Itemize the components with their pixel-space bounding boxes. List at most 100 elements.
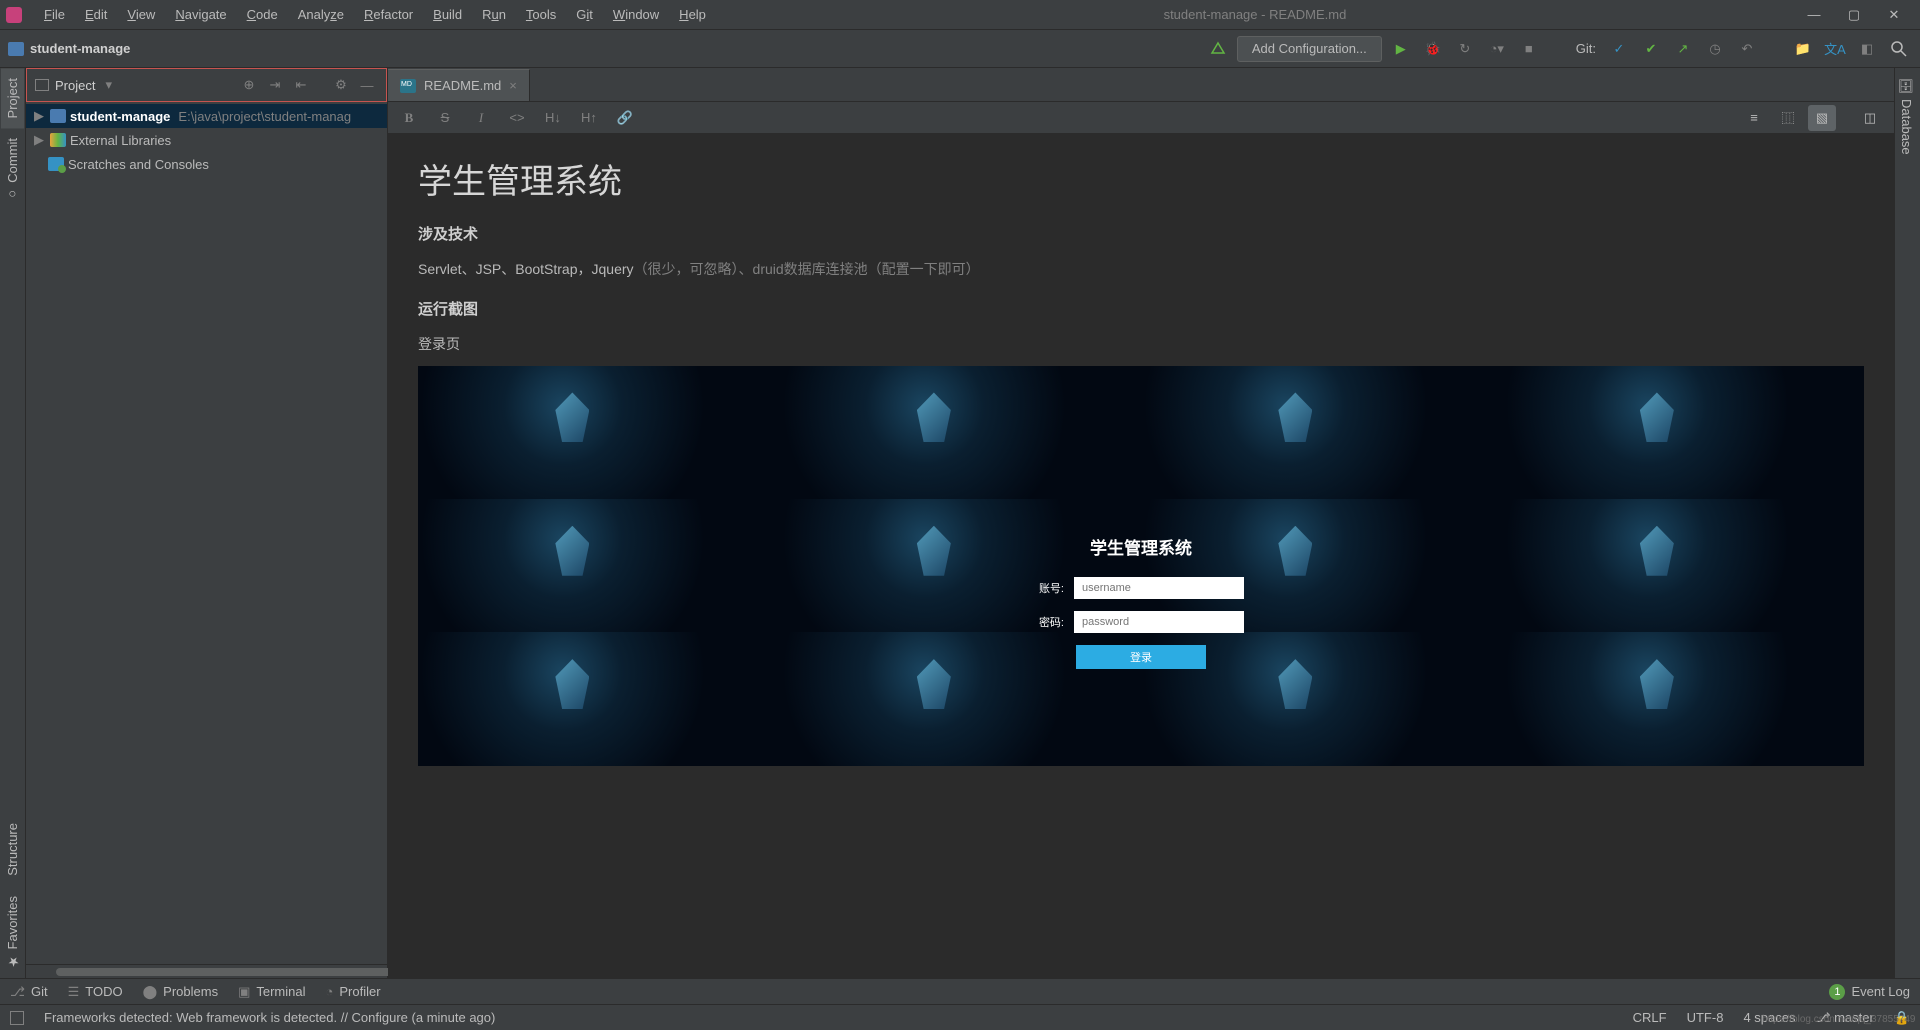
tool-problems[interactable]: ⬤Problems [143, 984, 218, 1000]
expand-icon[interactable]: ⇥ [264, 74, 286, 96]
tree-node-external-libs[interactable]: ▶ External Libraries [26, 128, 387, 152]
markdown-preview[interactable]: 学生管理系统 涉及技术 Servlet、JSP、BootStrap，Jquery… [388, 134, 1894, 978]
menu-file[interactable]: File [34, 0, 75, 30]
history-icon[interactable]: ◷ [1702, 36, 1728, 62]
strike-button[interactable]: S [434, 110, 456, 125]
status-crlf[interactable]: CRLF [1633, 1010, 1667, 1025]
terminal-icon: ▣ [238, 984, 250, 1000]
event-log-button[interactable]: 1 Event Log [1829, 984, 1910, 1000]
menu-help[interactable]: Help [669, 0, 716, 30]
add-configuration-button[interactable]: Add Configuration... [1237, 36, 1382, 62]
project-tree: ▶ student-manage E:\java\project\student… [26, 102, 387, 964]
editor-view-button[interactable]: ≡ [1740, 105, 1768, 131]
tree-node-scratches[interactable]: Scratches and Consoles [26, 152, 387, 176]
coverage-icon[interactable]: ↻ [1452, 36, 1478, 62]
link-button[interactable]: 🔗 [614, 110, 636, 126]
ide-settings-icon[interactable]: ◧ [1854, 36, 1880, 62]
gear-icon[interactable]: ⚙ [330, 74, 352, 96]
tool-todo[interactable]: ☰TODO [68, 984, 123, 1000]
password-label: 密码: [1038, 614, 1064, 630]
maximize-button[interactable]: ▢ [1834, 0, 1874, 30]
tool-tab-project[interactable]: Project [1, 68, 24, 128]
editor-tab-label: README.md [424, 78, 501, 93]
login-screenshot: 学生管理系统 账号: 密码: 登录 [418, 366, 1864, 766]
menu-edit[interactable]: Edit [75, 0, 117, 30]
window-title: student-manage - README.md [716, 7, 1794, 22]
tool-tab-commit[interactable]: ○Commit [1, 128, 24, 212]
chevron-down-icon: ▾ [105, 77, 112, 93]
rollback-icon[interactable]: ↶ [1734, 36, 1760, 62]
project-scrollbar[interactable] [26, 964, 387, 978]
menu-git[interactable]: Git [566, 0, 603, 30]
tool-tab-database[interactable]: 🗄Database [1895, 68, 1918, 164]
build-icon[interactable] [1205, 36, 1231, 62]
menu-code[interactable]: Code [237, 0, 288, 30]
preview-view-button[interactable]: ▧ [1808, 105, 1836, 131]
status-message[interactable]: Frameworks detected: Web framework is de… [44, 1010, 1613, 1025]
menu-navigate[interactable]: Navigate [165, 0, 236, 30]
branch-icon: ⎇ [10, 984, 25, 1000]
debug-icon[interactable]: 🐞 [1420, 36, 1446, 62]
username-label: 账号: [1038, 580, 1064, 596]
menu-window[interactable]: Window [603, 0, 669, 30]
translate-icon[interactable]: 文A [1822, 36, 1848, 62]
git-commit-icon[interactable]: ✔ [1638, 36, 1664, 62]
close-button[interactable]: ✕ [1874, 0, 1914, 30]
tree-node-root[interactable]: ▶ student-manage E:\java\project\student… [26, 104, 387, 128]
login-form: 学生管理系统 账号: 密码: 登录 [1038, 534, 1244, 669]
minimize-button[interactable]: — [1794, 0, 1834, 30]
layout-toggle-button[interactable]: ◫ [1856, 105, 1884, 131]
menu-run[interactable]: Run [472, 0, 516, 30]
scratch-icon [48, 157, 64, 171]
tool-git[interactable]: ⎇Git [10, 984, 48, 1000]
locate-icon[interactable]: ⊕ [238, 74, 260, 96]
bold-button[interactable]: B [398, 110, 420, 126]
project-panel-header[interactable]: Project▾ ⊕ ⇥ ⇤ ⚙ — [26, 68, 387, 102]
markdown-toolbar: B S I <> H↓ H↑ 🔗 ≡ ⿲ ▧ ◫ [388, 102, 1894, 134]
editor-tab-readme[interactable]: README.md × [388, 69, 530, 101]
menu-refactor[interactable]: Refactor [354, 0, 423, 30]
header-down-button[interactable]: H↓ [542, 110, 564, 125]
tool-profiler[interactable]: ◔Profiler [326, 984, 381, 999]
doc-h1: 学生管理系统 [418, 154, 1864, 203]
username-input [1074, 577, 1244, 599]
menu-build[interactable]: Build [423, 0, 472, 30]
run-icon[interactable]: ▶ [1388, 36, 1414, 62]
password-input [1074, 611, 1244, 633]
doc-login-label: 登录页 [418, 333, 1864, 355]
chevron-right-icon[interactable]: ▶ [34, 132, 46, 148]
split-view-button[interactable]: ⿲ [1774, 105, 1802, 131]
watermark: https://blog.csdn.net/qq_37855749 [1762, 1014, 1915, 1025]
main-area: Project ○Commit Structure ★Favorites Pro… [0, 68, 1920, 978]
chevron-right-icon[interactable]: ▶ [34, 108, 46, 124]
code-button[interactable]: <> [506, 110, 528, 125]
tool-terminal[interactable]: ▣Terminal [238, 984, 305, 1000]
menu-view[interactable]: View [117, 0, 165, 30]
app-icon [6, 7, 22, 23]
tool-tab-structure[interactable]: Structure [1, 813, 24, 886]
tool-tab-favorites[interactable]: ★Favorites [1, 886, 24, 978]
folder-icon [50, 109, 66, 123]
collapse-icon[interactable]: ⇤ [290, 74, 312, 96]
nav-folder-icon[interactable]: 📁 [1790, 36, 1816, 62]
menu-analyze[interactable]: Analyze [288, 0, 354, 30]
git-push-icon[interactable]: ↗ [1670, 36, 1696, 62]
search-icon[interactable] [1886, 36, 1912, 62]
git-update-icon[interactable]: ✓ [1606, 36, 1632, 62]
menu-tools[interactable]: Tools [516, 0, 566, 30]
library-icon [50, 133, 66, 147]
status-encoding[interactable]: UTF-8 [1687, 1010, 1724, 1025]
stop-icon[interactable]: ■ [1516, 36, 1542, 62]
doc-h3-tech: 涉及技术 [418, 223, 1864, 244]
italic-button[interactable]: I [470, 110, 492, 126]
breadcrumb[interactable]: student-manage [8, 41, 1199, 56]
tool-window-toggle-icon[interactable] [10, 1011, 24, 1025]
doc-tech-line: Servlet、JSP、BootStrap，Jquery（很少，可忽略）、dru… [418, 258, 1864, 280]
gauge-icon: ◔ [326, 984, 334, 999]
hide-icon[interactable]: — [356, 74, 378, 96]
header-up-button[interactable]: H↑ [578, 110, 600, 125]
git-label: Git: [1572, 41, 1600, 56]
close-tab-icon[interactable]: × [509, 78, 517, 93]
list-icon: ☰ [68, 984, 80, 1000]
profile-icon[interactable]: ◔▾ [1484, 36, 1510, 62]
